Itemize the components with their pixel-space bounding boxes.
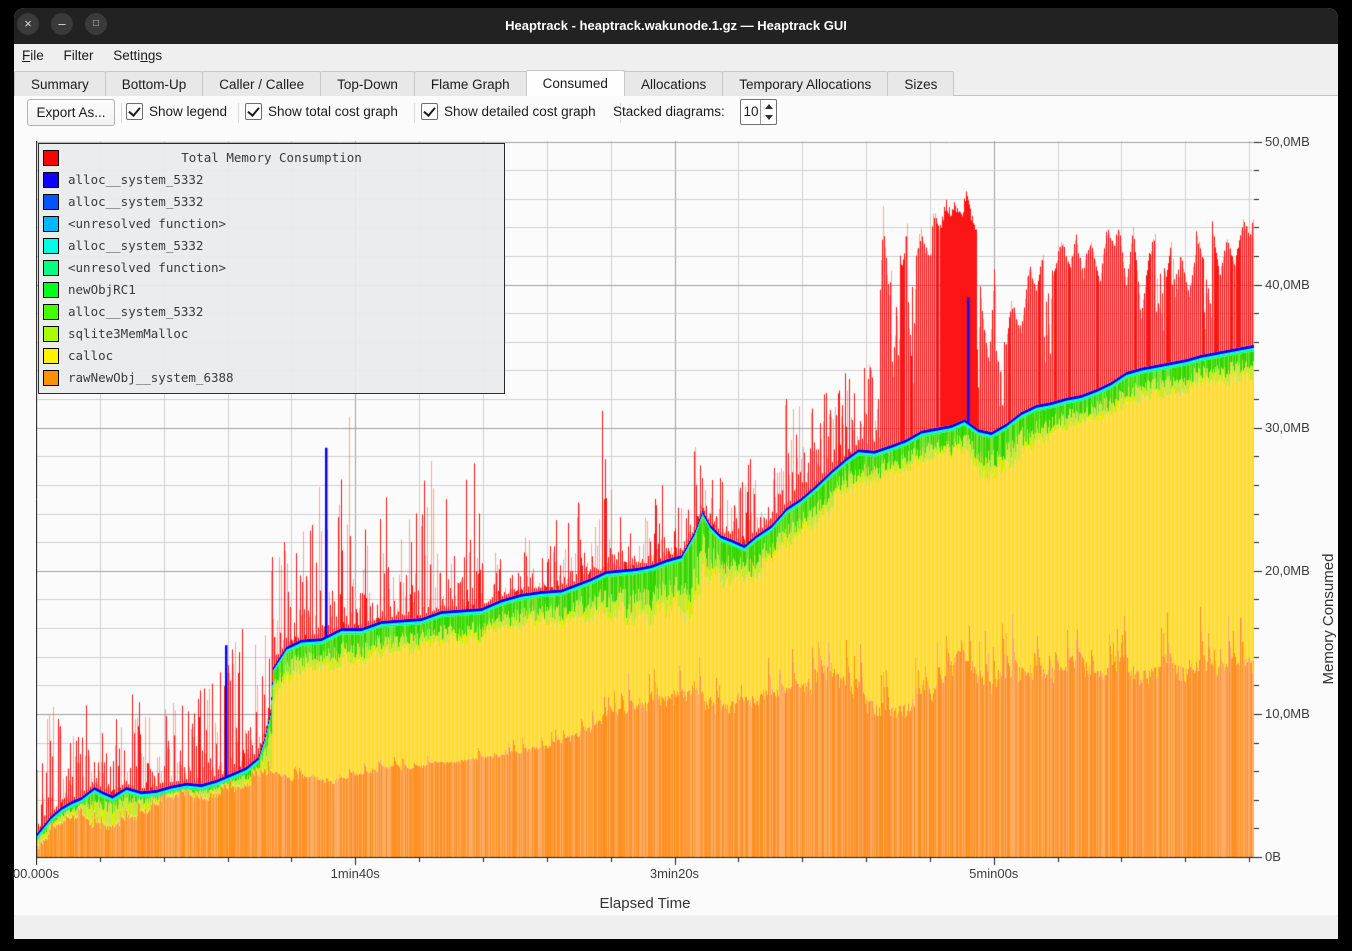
menubar: File Filter Settings (14, 44, 1338, 70)
y-tick-label: 50,0MB (1265, 134, 1335, 150)
legend-label: <unresolved function> (68, 216, 226, 231)
legend-item: alloc__system_5332 (39, 191, 504, 213)
legend-swatch (43, 326, 59, 342)
legend-swatch (43, 172, 59, 188)
spin-up-icon (765, 104, 773, 109)
tab-temporary-allocations[interactable]: Temporary Allocations (722, 71, 888, 96)
x-tick-label: 5min00s (954, 866, 1034, 881)
heaptrack-window: × – □ Heaptrack - heaptrack.wakunode.1.g… (14, 8, 1338, 939)
spin-down-icon (765, 115, 773, 120)
tab-caller-callee[interactable]: Caller / Callee (202, 71, 321, 96)
show-total-cost-checkbox-box (245, 103, 262, 120)
legend-label: calloc (68, 348, 113, 363)
screen: × – □ Heaptrack - heaptrack.wakunode.1.g… (0, 0, 1352, 951)
legend-label: alloc__system_5332 (68, 238, 203, 253)
toolbar: Export As... Show legend Show total cost… (14, 96, 1338, 130)
legend-item: calloc (39, 345, 504, 367)
legend-item: alloc__system_5332 (39, 169, 504, 191)
stacked-diagrams-spinbox[interactable]: 10 (740, 99, 777, 125)
legend-swatch (43, 282, 59, 298)
legend-label: sqlite3MemMalloc (68, 326, 188, 341)
legend-item: newObjRC1 (39, 279, 504, 301)
legend-swatch (43, 216, 59, 232)
x-tick-label: 00.000s (0, 866, 76, 881)
stacked-diagrams-value: 10 (741, 100, 761, 124)
show-legend-label: Show legend (149, 104, 227, 119)
spinbox-arrows[interactable] (760, 100, 776, 124)
tab-allocations[interactable]: Allocations (624, 71, 723, 96)
legend-title: Total Memory Consumption (39, 150, 504, 165)
tabbar: SummaryBottom-UpCaller / CalleeTop-DownF… (14, 70, 1338, 96)
window-title: Heaptrack - heaptrack.wakunode.1.gz — He… (14, 8, 1338, 44)
y-tick-label: 40,0MB (1265, 277, 1335, 293)
tab-top-down[interactable]: Top-Down (320, 71, 415, 96)
menu-file[interactable]: File (14, 44, 52, 63)
tab-summary[interactable]: Summary (14, 71, 106, 96)
show-detailed-cost-label: Show detailed cost graph (444, 104, 596, 119)
tab-flame-graph[interactable]: Flame Graph (414, 71, 527, 96)
legend-item: <unresolved function> (39, 257, 504, 279)
x-axis-title: Elapsed Time (565, 895, 725, 912)
legend-item: alloc__system_5332 (39, 301, 504, 323)
legend-label: rawNewObj__system_6388 (68, 370, 234, 385)
chart-legend: Total Memory Consumption alloc__system_53… (38, 143, 505, 394)
legend-item: <unresolved function> (39, 213, 504, 235)
x-tick-label: 3min20s (635, 866, 715, 881)
titlebar: × – □ Heaptrack - heaptrack.wakunode.1.g… (14, 8, 1338, 44)
chart-area: Total Memory Consumption alloc__system_53… (14, 130, 1338, 915)
legend-swatch (43, 260, 59, 276)
legend-label: alloc__system_5332 (68, 172, 203, 187)
legend-swatch (43, 370, 59, 386)
menu-settings[interactable]: Settings (105, 44, 170, 63)
legend-title-row: Total Memory Consumption (39, 147, 504, 169)
legend-label: newObjRC1 (68, 282, 136, 297)
tab-sizes[interactable]: Sizes (887, 71, 954, 96)
y-tick-label: 30,0MB (1265, 420, 1335, 436)
legend-label: <unresolved function> (68, 260, 226, 275)
y-axis-title: Memory Consumed (1320, 519, 1340, 719)
show-detailed-cost-checkbox-box (421, 103, 438, 120)
legend-swatch (43, 238, 59, 254)
export-as-button[interactable]: Export As... (27, 99, 115, 126)
legend-item: alloc__system_5332 (39, 235, 504, 257)
tab-consumed[interactable]: Consumed (526, 70, 625, 96)
legend-item: sqlite3MemMalloc (39, 323, 504, 345)
legend-item: rawNewObj__system_6388 (39, 367, 504, 389)
x-tick-label: 1min40s (315, 866, 395, 881)
legend-swatch (43, 348, 59, 364)
stacked-diagrams-label: Stacked diagrams: (613, 104, 725, 119)
show-total-cost-label: Show total cost graph (268, 104, 398, 119)
legend-label: alloc__system_5332 (68, 304, 203, 319)
legend-swatch (43, 194, 59, 210)
y-tick-label: 0B (1265, 849, 1335, 865)
legend-label: alloc__system_5332 (68, 194, 203, 209)
tab-bottom-up[interactable]: Bottom-Up (105, 71, 204, 96)
show-legend-checkbox-box (126, 103, 143, 120)
menu-filter[interactable]: Filter (56, 44, 102, 63)
legend-swatch (43, 304, 59, 320)
